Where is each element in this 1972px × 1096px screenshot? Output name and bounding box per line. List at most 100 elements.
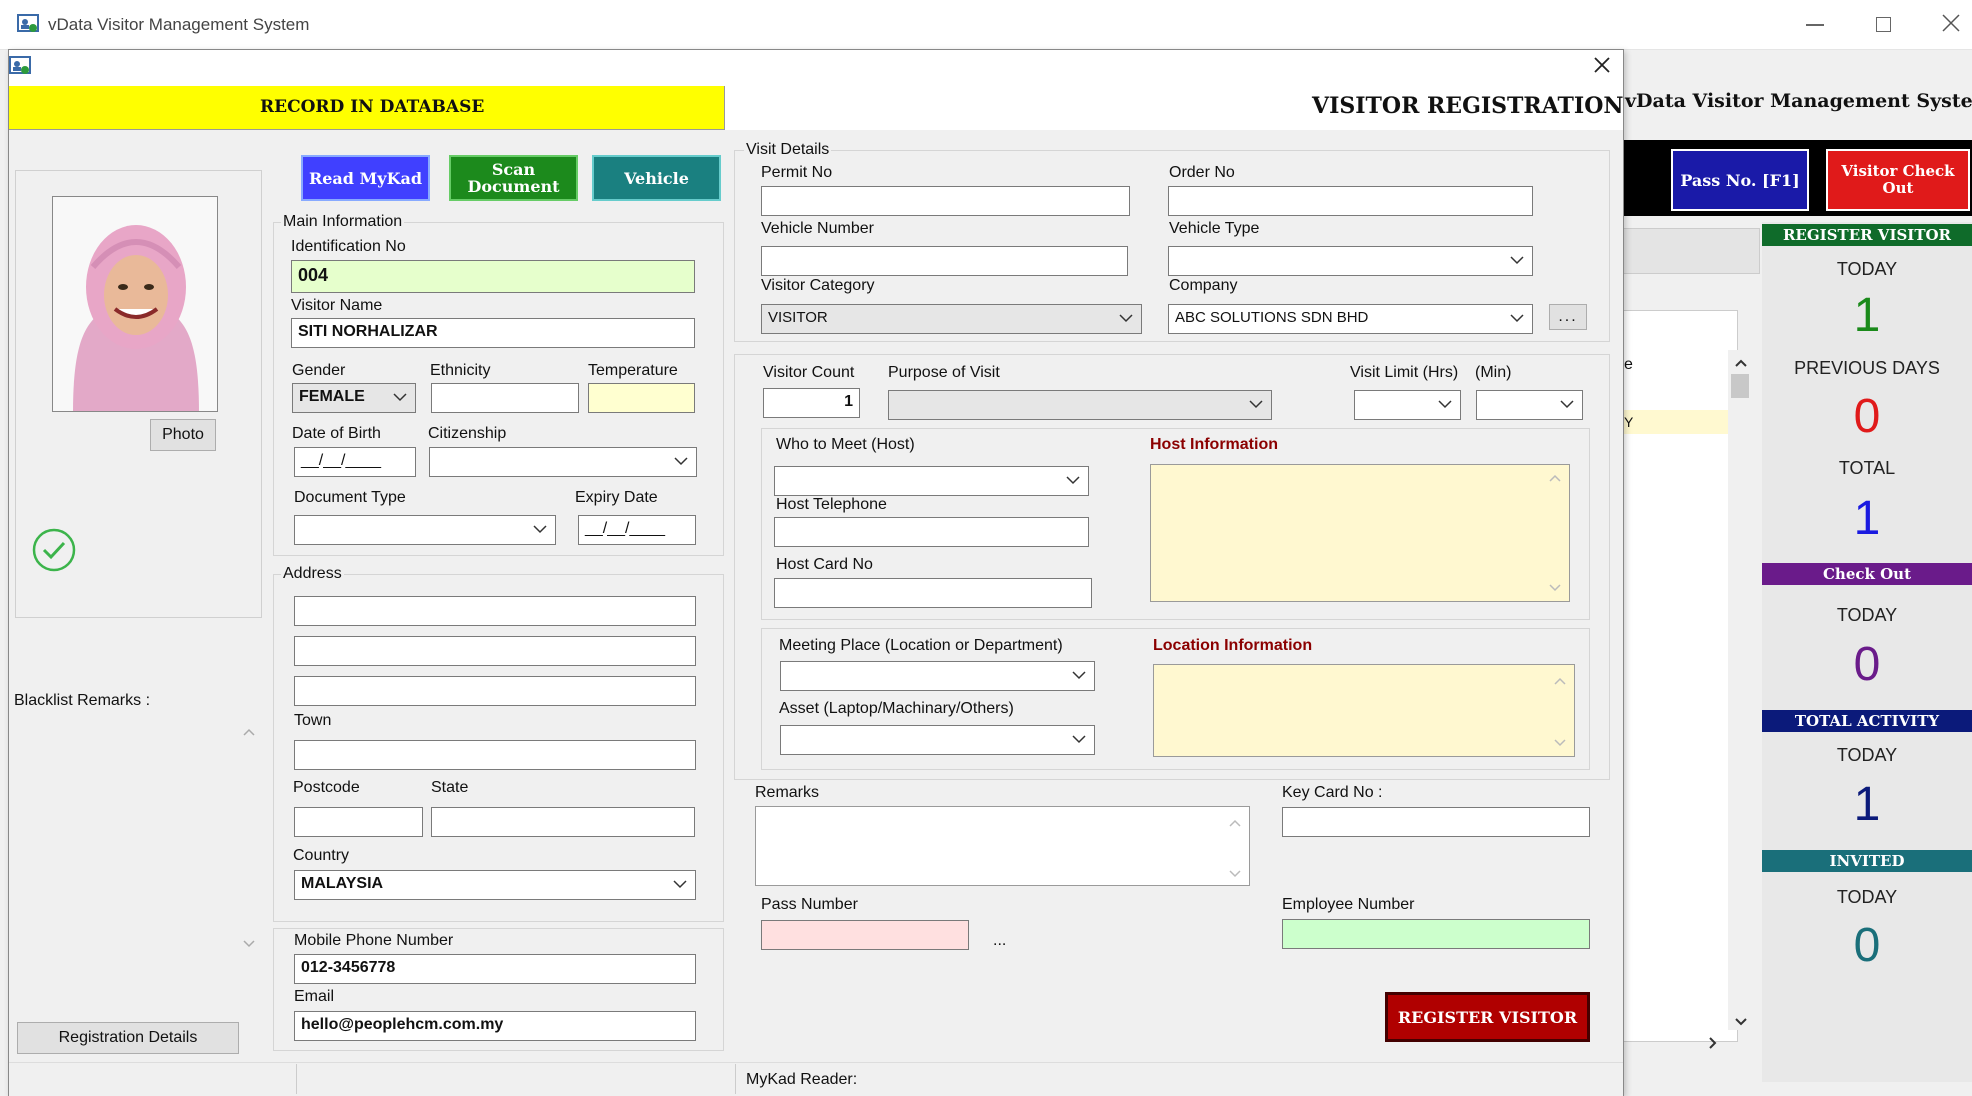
pass-lookup-button[interactable]: ... [993,932,1006,950]
company-value: ABC SOLUTIONS SDN BHD [1175,309,1369,326]
reg-prev-label: PREVIOUS DAYS [1794,358,1940,378]
host-info-scroll-up-icon[interactable] [1548,470,1562,482]
chevron-down-icon [1119,314,1133,323]
chevron-down-icon [1560,400,1574,409]
pass-number-input[interactable] [761,920,969,950]
citizenship-select[interactable] [429,447,697,477]
order-label: Order No [1169,164,1235,181]
email-input[interactable]: hello@peoplehcm.com.my [294,1011,696,1041]
employee-number-input[interactable] [1282,919,1590,949]
grid-scroll-up-icon[interactable] [1734,355,1748,367]
blacklist-scroll-down-icon[interactable] [242,936,256,948]
postcode-input[interactable] [294,807,423,837]
grid-scroll-down-icon[interactable] [1734,1014,1748,1026]
photo-button[interactable]: Photo [150,419,216,451]
checkout-head: Check Out [1762,563,1972,585]
pass-no-button[interactable]: Pass No. [F1] [1671,149,1809,211]
meeting-select[interactable] [780,661,1095,691]
pass-number-label: Pass Number [761,896,858,913]
grid-scroll-thumb[interactable] [1731,374,1749,398]
maximize-icon[interactable] [1876,17,1891,32]
country-select[interactable]: MALAYSIA [294,870,696,900]
blacklist-remarks-box[interactable] [14,718,262,958]
reg-total-label: TOTAL [1838,458,1896,478]
purpose-select[interactable] [888,390,1272,420]
address-line3-input[interactable] [294,676,696,706]
permit-input[interactable] [761,186,1130,216]
remarks-textarea[interactable] [755,806,1250,886]
minimize-icon[interactable] [1806,24,1824,26]
company-lookup-button[interactable]: ... [1549,304,1587,330]
chevron-down-icon [533,525,547,534]
host-tel-input[interactable] [774,517,1089,547]
keycard-input[interactable] [1282,807,1590,837]
temperature-input[interactable] [588,383,695,413]
grid-vscroll[interactable] [1728,350,1752,1030]
read-mykad-button[interactable]: Read MyKad [301,155,430,201]
grid-cell-partial: Y [1624,414,1634,430]
grid-scroll-right-icon[interactable] [1708,1036,1720,1050]
vehicle-number-input[interactable] [761,246,1128,276]
identification-input[interactable]: 004 [291,260,695,293]
host-info-textarea[interactable] [1150,464,1570,602]
limit-hrs-label: Visit Limit (Hrs) [1350,364,1459,381]
remarks-scroll-up-icon[interactable] [1228,815,1242,827]
host-card-input[interactable] [774,578,1092,608]
right-grid-area [1623,228,1760,274]
limit-min-select[interactable] [1476,390,1583,420]
chevron-down-icon [1072,735,1086,744]
host-select[interactable] [774,466,1089,496]
visitor-name-input[interactable]: SITI NORHALIZAR [291,318,695,348]
remarks-scroll-down-icon[interactable] [1228,866,1242,878]
scan-line1: Scan [491,160,536,179]
gender-label: Gender [292,362,346,379]
register-visitor-button[interactable]: REGISTER VISITOR [1385,992,1590,1042]
vehicle-type-select[interactable] [1168,246,1533,276]
chevron-down-icon [393,393,407,402]
host-card-label: Host Card No [776,556,873,573]
mobile-input[interactable]: 012-3456778 [294,954,696,984]
address-legend: Address [281,565,344,583]
reg-total-value: 1 [1853,492,1881,545]
company-select[interactable]: ABC SOLUTIONS SDN BHD [1168,304,1533,334]
email-label: Email [294,988,335,1005]
location-scroll-up-icon[interactable] [1553,673,1567,685]
dob-input[interactable]: __/__/____ [294,447,416,477]
scan-document-button[interactable]: Scan Document [449,155,578,201]
close-window-icon[interactable] [1940,12,1962,34]
registration-details-button[interactable]: Registration Details [17,1022,239,1054]
blacklist-scroll-up-icon[interactable] [242,724,256,736]
state-input[interactable] [431,807,695,837]
reg-today-value: 1 [1853,289,1881,342]
ethnicity-input[interactable] [431,383,579,413]
country-label: Country [293,847,350,864]
gender-value: FEMALE [299,388,365,405]
chevron-down-icon [1072,671,1086,680]
dialog-close-icon[interactable] [1592,55,1612,75]
gender-select[interactable]: FEMALE [292,383,416,413]
visitor-count-input[interactable]: 1 [763,388,860,418]
limit-hrs-select[interactable] [1354,390,1461,420]
country-value: MALAYSIA [301,875,384,892]
town-input[interactable] [294,740,696,770]
verified-check-icon [31,527,77,573]
ethnicity-label: Ethnicity [430,362,491,379]
order-input[interactable] [1168,186,1533,216]
citizenship-label: Citizenship [428,425,507,442]
vehicle-button[interactable]: Vehicle [592,155,721,201]
address-line1-input[interactable] [294,596,696,626]
visitor-checkout-button[interactable]: Visitor Check Out [1826,149,1970,211]
status-divider [296,1064,297,1094]
meeting-label: Meeting Place (Location or Department) [779,637,1063,654]
right-app-title: vData Visitor Management System [1625,90,1972,112]
location-scroll-down-icon[interactable] [1553,735,1567,747]
category-select[interactable]: VISITOR [761,304,1142,334]
doc-type-select[interactable] [294,515,556,545]
app-title: vData Visitor Management System [48,15,310,34]
host-info-scroll-down-icon[interactable] [1548,580,1562,592]
address-line2-input[interactable] [294,636,696,666]
asset-select[interactable] [780,725,1095,755]
location-info-textarea[interactable] [1153,664,1575,757]
expiry-input[interactable]: __/__/____ [578,515,696,545]
remarks-label: Remarks [755,784,820,801]
